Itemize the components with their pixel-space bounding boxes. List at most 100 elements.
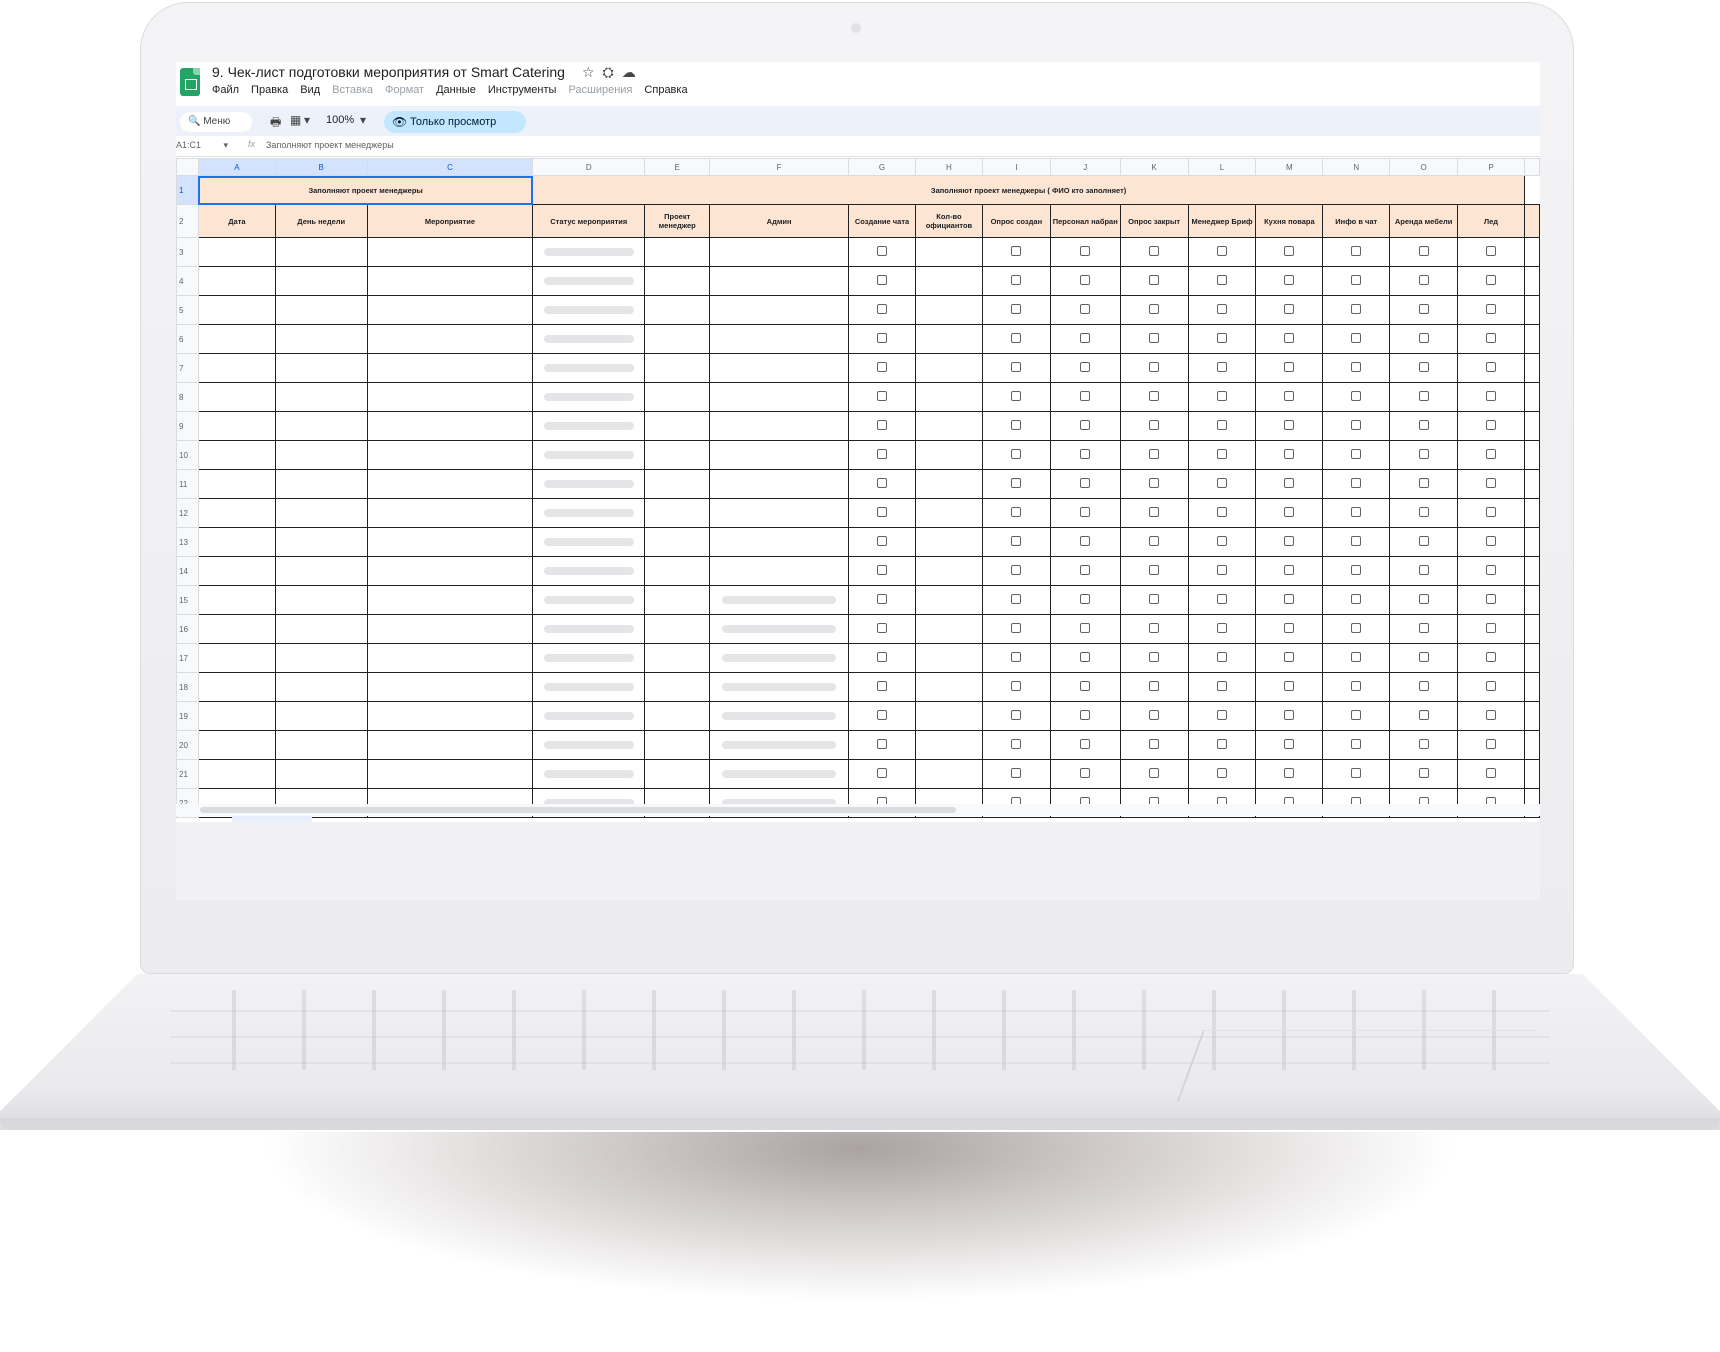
- zoom-select[interactable]: 100%: [326, 114, 354, 126]
- cell-m18[interactable]: [1255, 672, 1324, 702]
- checkbox[interactable]: [1080, 449, 1091, 459]
- checkbox[interactable]: [1418, 362, 1429, 372]
- cell-l13[interactable]: [1187, 527, 1257, 557]
- checkbox[interactable]: [1217, 507, 1227, 517]
- cell-f10[interactable]: [709, 440, 850, 470]
- column-title-g[interactable]: Создание чата: [848, 204, 916, 238]
- menu-item[interactable]: Формат: [385, 84, 424, 96]
- checkbox[interactable]: [1011, 478, 1022, 488]
- checkbox[interactable]: [1485, 710, 1496, 720]
- checkbox[interactable]: [1485, 507, 1496, 517]
- cell-a21[interactable]: [197, 759, 276, 789]
- checkbox[interactable]: [877, 333, 888, 343]
- cell-n19[interactable]: [1322, 701, 1391, 731]
- cell-g20[interactable]: [848, 730, 916, 760]
- cell-m19[interactable]: [1255, 701, 1324, 731]
- checkbox[interactable]: [1284, 420, 1295, 430]
- cell-i19[interactable]: [981, 701, 1051, 731]
- column-header-i[interactable]: I: [981, 158, 1051, 176]
- checkbox[interactable]: [1418, 594, 1429, 604]
- cell-l8[interactable]: [1187, 382, 1257, 412]
- cell-c17[interactable]: [366, 643, 534, 673]
- cell-o4[interactable]: [1389, 266, 1459, 296]
- cell-l15[interactable]: [1187, 585, 1257, 615]
- cell-h6[interactable]: [914, 324, 983, 354]
- cell-p17[interactable]: [1457, 643, 1525, 673]
- cell-l12[interactable]: [1187, 498, 1257, 528]
- cell-j21[interactable]: [1049, 759, 1121, 789]
- column-header-n[interactable]: N: [1322, 158, 1391, 176]
- cell-m11[interactable]: [1255, 469, 1324, 499]
- checkbox[interactable]: [1485, 594, 1496, 604]
- cell-a5[interactable]: [197, 295, 276, 325]
- cell-n13[interactable]: [1322, 527, 1391, 557]
- column-title-j[interactable]: Персонал набран: [1049, 204, 1121, 238]
- column-header-a[interactable]: A: [197, 158, 276, 176]
- checkbox[interactable]: [1080, 623, 1091, 633]
- cell-g10[interactable]: [848, 440, 916, 470]
- cell-k11[interactable]: [1119, 469, 1189, 499]
- checkbox[interactable]: [1011, 449, 1022, 459]
- cell-l14[interactable]: [1187, 556, 1257, 586]
- checkbox[interactable]: [1149, 594, 1160, 604]
- cell-g3[interactable]: [848, 237, 916, 267]
- status-dropdown-chip[interactable]: [543, 393, 634, 401]
- cell-j15[interactable]: [1049, 585, 1121, 615]
- checkbox[interactable]: [1011, 420, 1022, 430]
- checkbox[interactable]: [1284, 739, 1295, 749]
- print-icon[interactable]: 🖶: [270, 113, 281, 134]
- checkbox[interactable]: [1217, 275, 1227, 285]
- checkbox[interactable]: [1011, 594, 1022, 604]
- checkbox[interactable]: [1351, 391, 1362, 401]
- checkbox[interactable]: [1485, 681, 1496, 691]
- admin-dropdown-chip[interactable]: [722, 770, 837, 778]
- checkbox[interactable]: [877, 362, 888, 372]
- cell-b5[interactable]: [274, 295, 368, 325]
- checkbox[interactable]: [1217, 362, 1227, 372]
- cell-e3[interactable]: [644, 237, 711, 267]
- cell-m14[interactable]: [1255, 556, 1324, 586]
- cell-f14[interactable]: [709, 556, 850, 586]
- cell-n10[interactable]: [1322, 440, 1391, 470]
- checkbox[interactable]: [1284, 681, 1295, 691]
- cell-i14[interactable]: [981, 556, 1051, 586]
- status-dropdown-chip[interactable]: [543, 567, 634, 575]
- cell-c14[interactable]: [366, 556, 534, 586]
- status-dropdown-chip[interactable]: [543, 683, 634, 691]
- checkbox[interactable]: [1351, 275, 1362, 285]
- cell-o7[interactable]: [1389, 353, 1459, 383]
- column-header-e[interactable]: E: [644, 158, 711, 176]
- checkbox[interactable]: [1011, 739, 1022, 749]
- checkbox[interactable]: [1418, 681, 1429, 691]
- checkbox[interactable]: [1080, 362, 1091, 372]
- cell-o13[interactable]: [1389, 527, 1459, 557]
- cell-i6[interactable]: [981, 324, 1051, 354]
- column-title-f[interactable]: Админ: [709, 204, 850, 238]
- view-only-button[interactable]: 👁 Только просмотр: [384, 111, 526, 133]
- cell-f3[interactable]: [709, 237, 850, 267]
- checkbox[interactable]: [1418, 623, 1429, 633]
- cell-i17[interactable]: [981, 643, 1051, 673]
- cell-a18[interactable]: [197, 672, 276, 702]
- cell-c3[interactable]: [366, 237, 534, 267]
- checkbox[interactable]: [1284, 594, 1295, 604]
- cell-i20[interactable]: [981, 730, 1051, 760]
- checkbox[interactable]: [1217, 652, 1227, 662]
- cell-a8[interactable]: [197, 382, 276, 412]
- checkbox[interactable]: [1149, 768, 1160, 778]
- cell-e16[interactable]: [644, 614, 711, 644]
- column-header-p[interactable]: P: [1457, 158, 1525, 176]
- cell-k3[interactable]: [1119, 237, 1189, 267]
- cell-h18[interactable]: [914, 672, 983, 702]
- cell-b6[interactable]: [274, 324, 368, 354]
- row-header[interactable]: 20: [176, 730, 199, 760]
- cell-p20[interactable]: [1457, 730, 1525, 760]
- checkbox[interactable]: [1217, 420, 1227, 430]
- column-header-m[interactable]: M: [1255, 158, 1324, 176]
- cell-m10[interactable]: [1255, 440, 1324, 470]
- cell-c15[interactable]: [366, 585, 534, 615]
- cell-d6[interactable]: [532, 324, 646, 354]
- cell-c7[interactable]: [366, 353, 534, 383]
- cell-d18[interactable]: [532, 672, 646, 702]
- checkbox[interactable]: [1080, 710, 1091, 720]
